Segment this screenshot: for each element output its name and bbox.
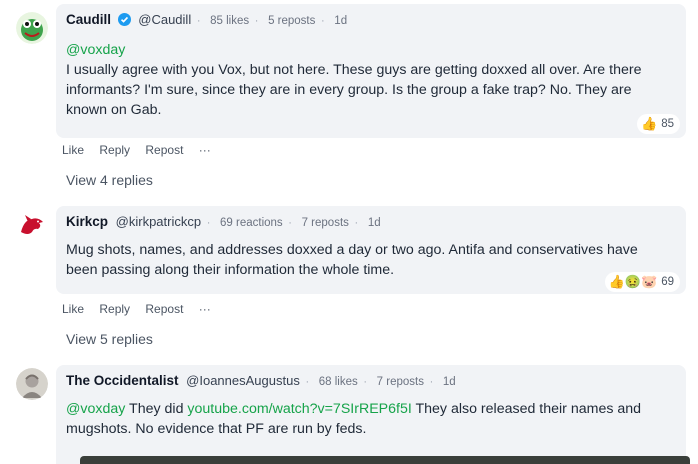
separator-dot: · — [206, 217, 211, 229]
comment-bubble: Kirkcp @kirkpatrickcp · 69 reactions · 7… — [56, 206, 686, 294]
separator-dot: · — [429, 376, 434, 388]
author-handle[interactable]: @IoannesAugustus — [186, 373, 300, 388]
separator-dot: · — [254, 15, 259, 27]
comment-body: Mug shots, names, and addresses doxxed a… — [66, 242, 638, 278]
separator-dot: · — [321, 15, 325, 27]
comment-actions: Like Reply Repost ··· — [62, 143, 223, 157]
comment-text: @voxday I usually agree with you Vox, bu… — [66, 40, 666, 120]
reaction-count: 85 — [661, 118, 674, 130]
more-options-button[interactable]: ··· — [199, 143, 211, 157]
author-name[interactable]: The Occidentalist — [66, 373, 179, 388]
repost-button[interactable]: Repost — [145, 143, 183, 157]
likes-count[interactable]: 68 likes — [319, 376, 358, 388]
comment-actions: Like Reply Repost ··· — [62, 302, 223, 316]
mention-link[interactable]: @voxday — [66, 401, 125, 417]
reply-button[interactable]: Reply — [99, 302, 130, 316]
view-replies-link[interactable]: View 5 replies — [66, 331, 153, 347]
reactions-count[interactable]: 69 reactions — [220, 217, 283, 229]
like-button[interactable]: Like — [62, 302, 84, 316]
comment-body-pre: They did — [129, 401, 184, 417]
author-name[interactable]: Kirkcp — [66, 214, 108, 229]
separator-dot: · — [288, 217, 292, 229]
avatar-red-dragon-icon[interactable] — [16, 210, 48, 242]
reposts-count[interactable]: 7 reposts — [377, 376, 424, 388]
avatar-frog-icon[interactable] — [16, 12, 48, 44]
author-handle[interactable]: @kirkpatrickcp — [116, 214, 201, 229]
author-handle[interactable]: @Caudill — [138, 12, 191, 27]
mention-link[interactable]: @voxday — [66, 40, 666, 60]
separator-dot: · — [196, 15, 201, 27]
more-options-button[interactable]: ··· — [199, 302, 211, 316]
view-replies-link[interactable]: View 4 replies — [66, 172, 153, 188]
mixed-reactions-icon: 👍🤢🐷 — [608, 274, 658, 289]
embedded-media-preview[interactable] — [80, 456, 690, 464]
likes-count[interactable]: 85 likes — [210, 15, 249, 27]
separator-dot: · — [305, 376, 310, 388]
timestamp[interactable]: 1d — [334, 15, 347, 27]
comment-text: @voxday They did youtube.com/watch?v=7SI… — [66, 399, 666, 439]
reposts-count[interactable]: 7 reposts — [302, 217, 349, 229]
author-name[interactable]: Caudill — [66, 12, 111, 27]
reaction-summary[interactable]: 👍🤢🐷 69 — [604, 272, 680, 292]
separator-dot: · — [363, 376, 368, 388]
repost-button[interactable]: Repost — [145, 302, 183, 316]
comment-header: Kirkcp @kirkpatrickcp · 69 reactions · 7… — [66, 214, 381, 231]
verified-badge-icon — [117, 13, 131, 30]
timestamp[interactable]: 1d — [368, 217, 381, 229]
thumbs-up-icon: 👍 — [641, 116, 658, 131]
like-button[interactable]: Like — [62, 143, 84, 157]
comment-header: The Occidentalist @IoannesAugustus · 68 … — [66, 373, 456, 390]
reaction-summary[interactable]: 👍 85 — [637, 114, 680, 134]
timestamp[interactable]: 1d — [443, 376, 456, 388]
youtube-link[interactable]: youtube.com/watch?v=7SIrREP6f5I — [187, 401, 411, 417]
separator-dot: · — [354, 217, 359, 229]
comment-header: Caudill @Caudill · 85 likes · 5 reposts … — [66, 12, 347, 30]
comment-bubble: Caudill @Caudill · 85 likes · 5 reposts … — [56, 4, 686, 138]
reply-button[interactable]: Reply — [99, 143, 130, 157]
comment-bubble: The Occidentalist @IoannesAugustus · 68 … — [56, 365, 686, 464]
reaction-count: 69 — [661, 276, 674, 288]
avatar-statue-icon[interactable] — [16, 368, 48, 400]
reposts-count[interactable]: 5 reposts — [268, 15, 315, 27]
comment-body: I usually agree with you Vox, but not he… — [66, 62, 642, 118]
